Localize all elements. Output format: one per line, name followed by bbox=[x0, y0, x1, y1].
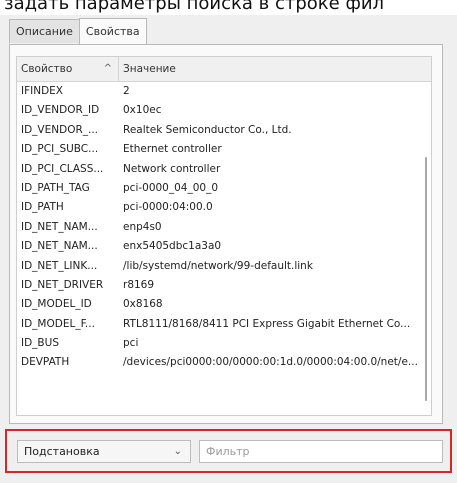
table-row[interactable]: ID_NET_DRIVER r8169 bbox=[17, 276, 431, 295]
table-row[interactable]: ID_VENDOR_... Realtek Semiconductor Co., … bbox=[17, 121, 431, 140]
table-row[interactable]: ID_NET_LINK... /lib/systemd/network/99-de… bbox=[17, 257, 431, 276]
column-header-value[interactable]: Значение bbox=[119, 57, 431, 81]
property-cell: ID_MODEL_F... bbox=[21, 317, 95, 330]
value-cell: 0x10ec bbox=[123, 104, 162, 117]
property-cell: ID_PATH_TAG bbox=[21, 181, 90, 194]
table-row[interactable]: ID_MODEL_ID 0x8168 bbox=[17, 295, 431, 314]
sort-ascending-icon: ^ bbox=[103, 63, 112, 74]
value-cell: Network controller bbox=[123, 162, 221, 175]
property-cell: ID_MODEL_ID bbox=[21, 298, 92, 311]
tab-bar: Описание Свойства bbox=[9, 18, 147, 44]
column-header-property[interactable]: Свойство ^ bbox=[17, 57, 119, 81]
filter-bar: Подстановка ⌄ bbox=[5, 429, 452, 473]
table-row[interactable]: DEVPATH/devices/pci0000:00/0000:00:1d.0/… bbox=[17, 353, 431, 372]
value-cell: pci bbox=[123, 337, 139, 350]
value-cell: 2 bbox=[123, 85, 130, 97]
table-row[interactable]: ID_BUS pci bbox=[17, 334, 431, 353]
value-cell: 0x8168 bbox=[123, 298, 163, 311]
table-row[interactable]: ID_NET_NAM... enx5405dbc1a3a0 bbox=[17, 237, 431, 256]
table-row[interactable]: ID_PCI_CLASS... Network controller bbox=[17, 160, 431, 179]
table-header: Свойство ^ Значение bbox=[17, 57, 431, 82]
value-cell: /devices/pci0000:00/0000:00:1d.0/0000:04… bbox=[123, 356, 418, 369]
table-row[interactable]: ID_NET_NAM... enp4s0 bbox=[17, 218, 431, 237]
property-cell: ID_PATH bbox=[21, 201, 64, 214]
table-row[interactable]: IFINDEX 2 bbox=[17, 82, 431, 101]
table-row[interactable]: ID_PATH pci-0000:04:00.0 bbox=[17, 198, 431, 217]
table-body: IFINDEX 2 ID_VENDOR_ID 0x10ec ID_VENDOR_... R… bbox=[17, 82, 431, 373]
table-row[interactable]: ID_PCI_SUBC... Ethernet controller bbox=[17, 140, 431, 159]
property-cell: DEVPATH bbox=[21, 356, 70, 369]
value-cell: enx5405dbc1a3a0 bbox=[123, 240, 222, 253]
property-cell: IFINDEX bbox=[21, 85, 63, 97]
value-cell: Ethernet controller bbox=[123, 143, 222, 156]
properties-table: Свойство ^ Значение IFINDEX 2 ID_VENDOR_ID… bbox=[16, 56, 432, 416]
value-cell: Realtek Semiconductor Co., Ltd. bbox=[123, 123, 292, 136]
tab-properties[interactable]: Свойства bbox=[78, 18, 147, 44]
properties-panel: Свойство ^ Значение IFINDEX 2 ID_VENDOR_ID… bbox=[9, 44, 443, 424]
value-cell: RTL8111/8168/8411 PCI Express Gigabit Et… bbox=[123, 317, 411, 330]
property-cell: ID_NET_LINK... bbox=[21, 259, 98, 272]
property-cell: ID_NET_DRIVER bbox=[21, 278, 104, 291]
property-cell: ID_PCI_SUBC... bbox=[21, 143, 99, 156]
filter-input[interactable] bbox=[199, 440, 443, 463]
value-cell: r8169 bbox=[123, 278, 155, 291]
chevron-down-icon: ⌄ bbox=[173, 446, 182, 457]
match-mode-dropdown[interactable]: Подстановка ⌄ bbox=[17, 440, 191, 463]
property-cell: ID_BUS bbox=[21, 337, 59, 350]
value-cell: /lib/systemd/network/99-default.link bbox=[123, 259, 313, 272]
table-row[interactable]: ID_VENDOR_ID 0x10ec bbox=[17, 101, 431, 120]
property-cell: ID_VENDOR_ID bbox=[21, 104, 100, 117]
tab-description[interactable]: Описание bbox=[9, 19, 80, 43]
value-cell: pci-0000:04:00.0 bbox=[123, 201, 213, 214]
vertical-scrollbar[interactable] bbox=[425, 157, 427, 401]
value-cell: pci-0000_04_00_0 bbox=[123, 181, 219, 194]
table-row[interactable]: ID_MODEL_F... RTL8111/8168/8411 PCI Expre… bbox=[17, 315, 431, 334]
property-cell: ID_VENDOR_... bbox=[21, 123, 99, 136]
property-cell: ID_NET_NAM... bbox=[21, 220, 98, 233]
match-mode-selected: Подстановка bbox=[24, 445, 100, 458]
device-properties-window: Описание Свойства Свойство ^ Значение IF… bbox=[0, 15, 457, 483]
table-row[interactable]: ID_PATH_TAG pci-0000_04_00_0 bbox=[17, 179, 431, 198]
property-cell: ID_NET_NAM... bbox=[21, 240, 98, 253]
column-header-property-label: Свойство bbox=[21, 63, 73, 75]
value-cell: enp4s0 bbox=[123, 220, 162, 233]
property-cell: ID_PCI_CLASS... bbox=[21, 162, 104, 175]
